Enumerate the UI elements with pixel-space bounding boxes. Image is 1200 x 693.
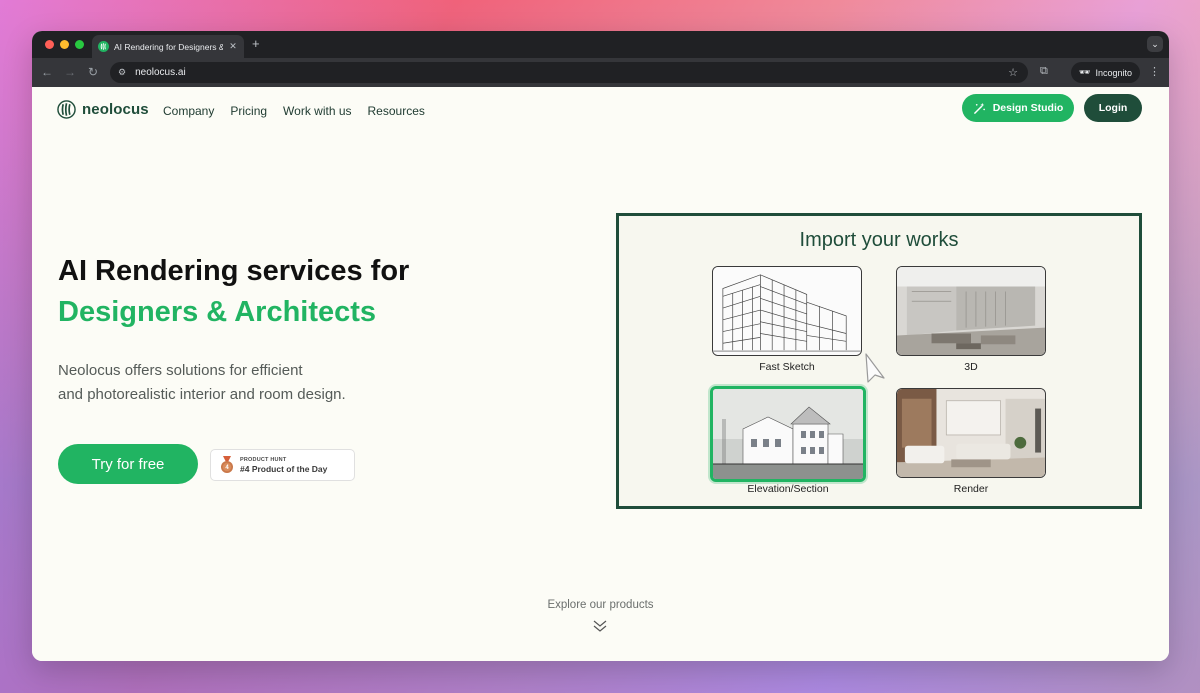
tile-render-image[interactable] bbox=[896, 388, 1046, 478]
neolocus-logo-icon bbox=[57, 100, 76, 119]
site-logo[interactable]: neolocus bbox=[57, 100, 149, 119]
minimize-window-button[interactable] bbox=[60, 40, 69, 49]
reload-icon[interactable]: ↻ bbox=[86, 65, 100, 79]
webpage: neolocus Company Pricing Work with us Re… bbox=[32, 87, 1169, 661]
tab-search-chevron-icon[interactable]: ⌄ bbox=[1147, 36, 1163, 52]
import-panel-title: Import your works bbox=[799, 229, 959, 251]
tile-label-render: Render bbox=[953, 483, 989, 495]
tile-label-3d: 3D bbox=[964, 361, 978, 373]
browser-menu-icon[interactable]: ⋮ bbox=[1149, 65, 1160, 78]
explore-products-link[interactable]: Explore our products bbox=[32, 599, 1169, 611]
incognito-icon: 🕶 bbox=[1079, 67, 1091, 77]
browser-window: AI Rendering for Designers & ✕ + ⌄ ← → ↻… bbox=[32, 31, 1169, 661]
main-menu: Company Pricing Work with us Resources bbox=[163, 104, 425, 118]
import-your-works-panel: Import your works Fast Sketch 3D Elevati… bbox=[616, 213, 1142, 509]
menu-item-pricing[interactable]: Pricing bbox=[230, 104, 267, 118]
bookmark-star-icon[interactable]: ☆ bbox=[1008, 66, 1018, 79]
site-header: neolocus Company Pricing Work with us Re… bbox=[32, 87, 1169, 133]
medal-icon: 4 bbox=[221, 456, 233, 473]
mouse-pointer-icon bbox=[865, 353, 885, 383]
tile-3d-image[interactable] bbox=[896, 266, 1046, 356]
hero-desc-line1: Neolocus offers solutions for efficient bbox=[58, 362, 303, 379]
try-for-free-button[interactable]: Try for free bbox=[58, 444, 198, 484]
tab-title: AI Rendering for Designers & bbox=[114, 41, 223, 52]
forward-arrow-icon[interactable]: → bbox=[63, 65, 77, 79]
url-text: neolocus.ai bbox=[135, 67, 186, 78]
tile-fast-sketch-image[interactable] bbox=[712, 266, 862, 356]
menu-item-company[interactable]: Company bbox=[163, 104, 214, 118]
window-controls bbox=[45, 40, 84, 49]
new-tab-button[interactable]: + bbox=[252, 36, 260, 51]
hero-heading: AI Rendering services for Designers & Ar… bbox=[58, 251, 578, 333]
menu-item-resources[interactable]: Resources bbox=[368, 104, 425, 118]
menu-item-work-with-us[interactable]: Work with us bbox=[283, 104, 351, 118]
tab-bar: AI Rendering for Designers & ✕ + ⌄ bbox=[32, 31, 1169, 58]
hero-desc-line2: and photorealistic interior and room des… bbox=[58, 386, 346, 403]
magic-wand-icon bbox=[973, 102, 985, 114]
tile-label-fast-sketch: Fast Sketch bbox=[759, 361, 815, 373]
tab-close-icon[interactable]: ✕ bbox=[228, 41, 238, 52]
design-studio-label: Design Studio bbox=[992, 102, 1064, 114]
badge-title: #4 Product of the Day bbox=[240, 463, 328, 474]
back-arrow-icon[interactable]: ← bbox=[40, 65, 54, 79]
hero-title-line1: AI Rendering services for bbox=[58, 255, 410, 287]
double-chevron-down-icon[interactable] bbox=[592, 619, 608, 633]
hero-title-line2: Designers & Architects bbox=[58, 296, 377, 328]
site-info-icon[interactable]: ⚙ bbox=[118, 67, 126, 78]
browser-toolbar: ← → ↻ ⚙ neolocus.ai ☆ ⧉ 🕶 Incognito ⋮ bbox=[32, 58, 1169, 87]
tile-elevation-section-image[interactable] bbox=[710, 386, 866, 482]
active-tab[interactable]: AI Rendering for Designers & ✕ bbox=[92, 35, 244, 58]
tile-label-elevation-section: Elevation/Section bbox=[747, 483, 829, 495]
hero-description: Neolocus offers solutions for efficient … bbox=[58, 359, 418, 407]
close-window-button[interactable] bbox=[45, 40, 54, 49]
address-bar[interactable]: ⚙ neolocus.ai ☆ bbox=[110, 62, 1028, 83]
incognito-indicator[interactable]: 🕶 Incognito bbox=[1071, 62, 1140, 83]
maximize-window-button[interactable] bbox=[75, 40, 84, 49]
design-studio-button[interactable]: Design Studio bbox=[962, 94, 1074, 122]
extensions-puzzle-icon[interactable]: ⧉ bbox=[1040, 65, 1048, 78]
badge-caption: PRODUCT HUNT bbox=[240, 456, 287, 463]
badge-text: PRODUCT HUNT #4 Product of the Day bbox=[240, 457, 327, 474]
incognito-label: Incognito bbox=[1095, 67, 1132, 78]
neolocus-favicon-icon bbox=[98, 41, 109, 52]
product-hunt-badge[interactable]: 4 PRODUCT HUNT #4 Product of the Day bbox=[210, 449, 355, 481]
login-button[interactable]: Login bbox=[1084, 94, 1142, 122]
logo-text: neolocus bbox=[82, 101, 149, 118]
